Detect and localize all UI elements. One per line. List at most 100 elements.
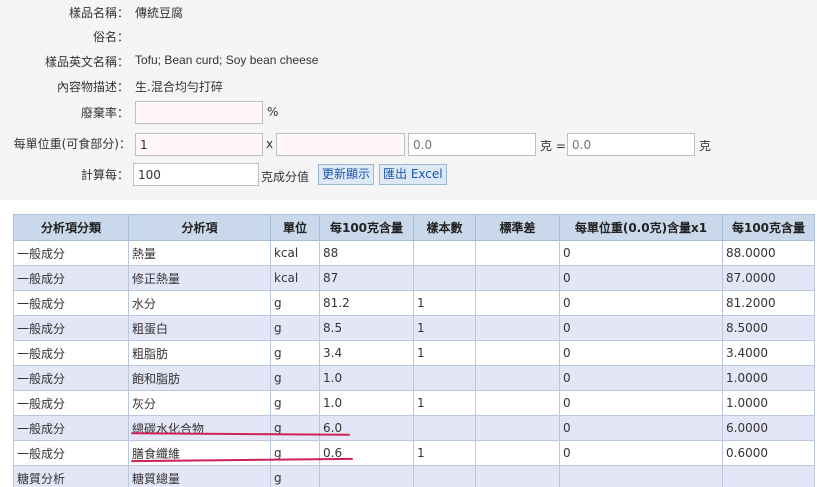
content-desc-value: 生.混合均勻打碎 (135, 80, 223, 94)
table-row: 一般成分 飽和脂肪 g 1.0 0 1.0000 (13, 365, 815, 391)
header-sd[interactable]: 標準差 (475, 214, 560, 241)
unit-weight-input[interactable] (276, 133, 405, 156)
content-desc-label: 內容物描述： (56, 80, 129, 94)
cell-per100: 8.5 (319, 315, 414, 341)
cell-item: 粗蛋白 (128, 315, 271, 341)
cell-per-unit: 0 (559, 390, 723, 416)
nutrient-table-container: 分析項分類 分析項 單位 每100克含量 樣本數 標準差 每單位重(0.0克)含… (13, 214, 815, 487)
cell-samples: 1 (413, 315, 476, 341)
table-row: 一般成分 灰分 g 1.0 1 0 1.0000 (13, 390, 815, 416)
cell-calc: 1.0000 (722, 365, 815, 391)
cell-item: 灰分 (128, 390, 271, 416)
refresh-display-button[interactable]: 更新顯示 (318, 164, 375, 185)
cell-per100: 6.0 (319, 415, 414, 441)
cell-category: 一般成分 (13, 415, 129, 441)
cell-sd (475, 465, 560, 487)
times-sign: x (266, 137, 274, 151)
cell-calc: 1.0000 (722, 390, 815, 416)
cell-samples: 1 (413, 290, 476, 316)
cell-category: 一般成分 (13, 365, 129, 391)
cell-item: 糖質總量 (128, 465, 271, 487)
unit-count-input[interactable] (135, 133, 263, 156)
cell-per-unit: 0 (559, 240, 723, 266)
english-name-label: 樣品英文名稱： (44, 55, 129, 69)
common-name-label: 俗名： (92, 30, 129, 44)
cell-per-unit: 0 (559, 290, 723, 316)
header-per-unit[interactable]: 每單位重(0.0克)含量x1 (559, 214, 723, 241)
cell-samples (413, 265, 476, 291)
cell-item: 總碳水化合物 (128, 415, 271, 441)
cell-sd (475, 415, 560, 441)
waste-rate-label: 廢棄率： (80, 106, 129, 120)
cell-sd (475, 440, 560, 466)
cell-calc: 3.4000 (722, 340, 815, 366)
cell-unit: kcal (270, 265, 320, 291)
cell-category: 一般成分 (13, 315, 129, 341)
header-samples[interactable]: 樣本數 (413, 214, 476, 241)
waste-rate-input[interactable] (135, 101, 263, 124)
cell-samples: 1 (413, 390, 476, 416)
cell-unit: g (270, 415, 320, 441)
cell-per-unit: 0 (559, 265, 723, 291)
cell-unit: g (270, 290, 320, 316)
cell-per100: 88 (319, 240, 414, 266)
cell-calc (722, 465, 815, 487)
cell-sd (475, 240, 560, 266)
cell-category: 一般成分 (13, 440, 129, 466)
table-row: 糖質分析 糖質總量 g (13, 465, 815, 487)
cell-category: 一般成分 (13, 290, 129, 316)
waste-rate-unit: % (267, 105, 279, 119)
cell-per100: 0.6 (319, 440, 414, 466)
header-unit[interactable]: 單位 (270, 214, 320, 241)
header-category[interactable]: 分析項分類 (13, 214, 129, 241)
nutrient-table: 分析項分類 分析項 單位 每100克含量 樣本數 標準差 每單位重(0.0克)含… (13, 214, 815, 487)
table-header-row: 分析項分類 分析項 單位 每100克含量 樣本數 標準差 每單位重(0.0克)含… (13, 214, 815, 241)
header-per100[interactable]: 每100克含量 (319, 214, 414, 241)
cell-per100 (319, 465, 414, 487)
cell-samples (413, 365, 476, 391)
cell-per-unit: 0 (559, 315, 723, 341)
calc-unit-label: 克成分值 (261, 170, 310, 184)
cell-category: 一般成分 (13, 240, 129, 266)
cell-calc: 6.0000 (722, 415, 815, 441)
cell-samples: 1 (413, 340, 476, 366)
sample-name-label: 樣品名稱： (68, 6, 129, 20)
table-row: 一般成分 粗脂肪 g 3.4 1 0 3.4000 (13, 340, 815, 366)
cell-per100: 87 (319, 265, 414, 291)
cell-calc: 8.5000 (722, 315, 815, 341)
header-item[interactable]: 分析項 (128, 214, 271, 241)
gram-equals: 克 = (540, 139, 566, 153)
cell-per-unit: 0 (559, 340, 723, 366)
cell-category: 一般成分 (13, 265, 129, 291)
cell-sd (475, 315, 560, 341)
cell-unit: g (270, 465, 320, 487)
cell-category: 一般成分 (13, 340, 129, 366)
sample-name-value: 傳統豆腐 (135, 6, 184, 20)
cell-per-unit (559, 465, 723, 487)
export-excel-button[interactable]: 匯出 Excel (379, 164, 447, 185)
cell-item: 飽和脂肪 (128, 365, 271, 391)
cell-category: 一般成分 (13, 390, 129, 416)
table-row: 一般成分 粗蛋白 g 8.5 1 0 8.5000 (13, 315, 815, 341)
unit-total-field[interactable] (408, 133, 536, 156)
cell-samples (413, 465, 476, 487)
cell-unit: g (270, 315, 320, 341)
header-calc[interactable]: 每100克含量 (722, 214, 815, 241)
cell-calc: 88.0000 (722, 240, 815, 266)
cell-per100: 1.0 (319, 390, 414, 416)
cell-per100: 81.2 (319, 290, 414, 316)
unit-result-field[interactable] (567, 133, 695, 156)
calc-per-label: 計算每： (80, 168, 129, 182)
cell-per100: 3.4 (319, 340, 414, 366)
calc-amount-input[interactable] (133, 163, 259, 186)
gram-unit: 克 (699, 139, 712, 153)
cell-per-unit: 0 (559, 365, 723, 391)
cell-calc: 87.0000 (722, 265, 815, 291)
cell-calc: 81.2000 (722, 290, 815, 316)
cell-samples (413, 415, 476, 441)
cell-samples: 1 (413, 440, 476, 466)
cell-sd (475, 290, 560, 316)
cell-per100: 1.0 (319, 365, 414, 391)
cell-item: 修正熱量 (128, 265, 271, 291)
cell-item: 水分 (128, 290, 271, 316)
